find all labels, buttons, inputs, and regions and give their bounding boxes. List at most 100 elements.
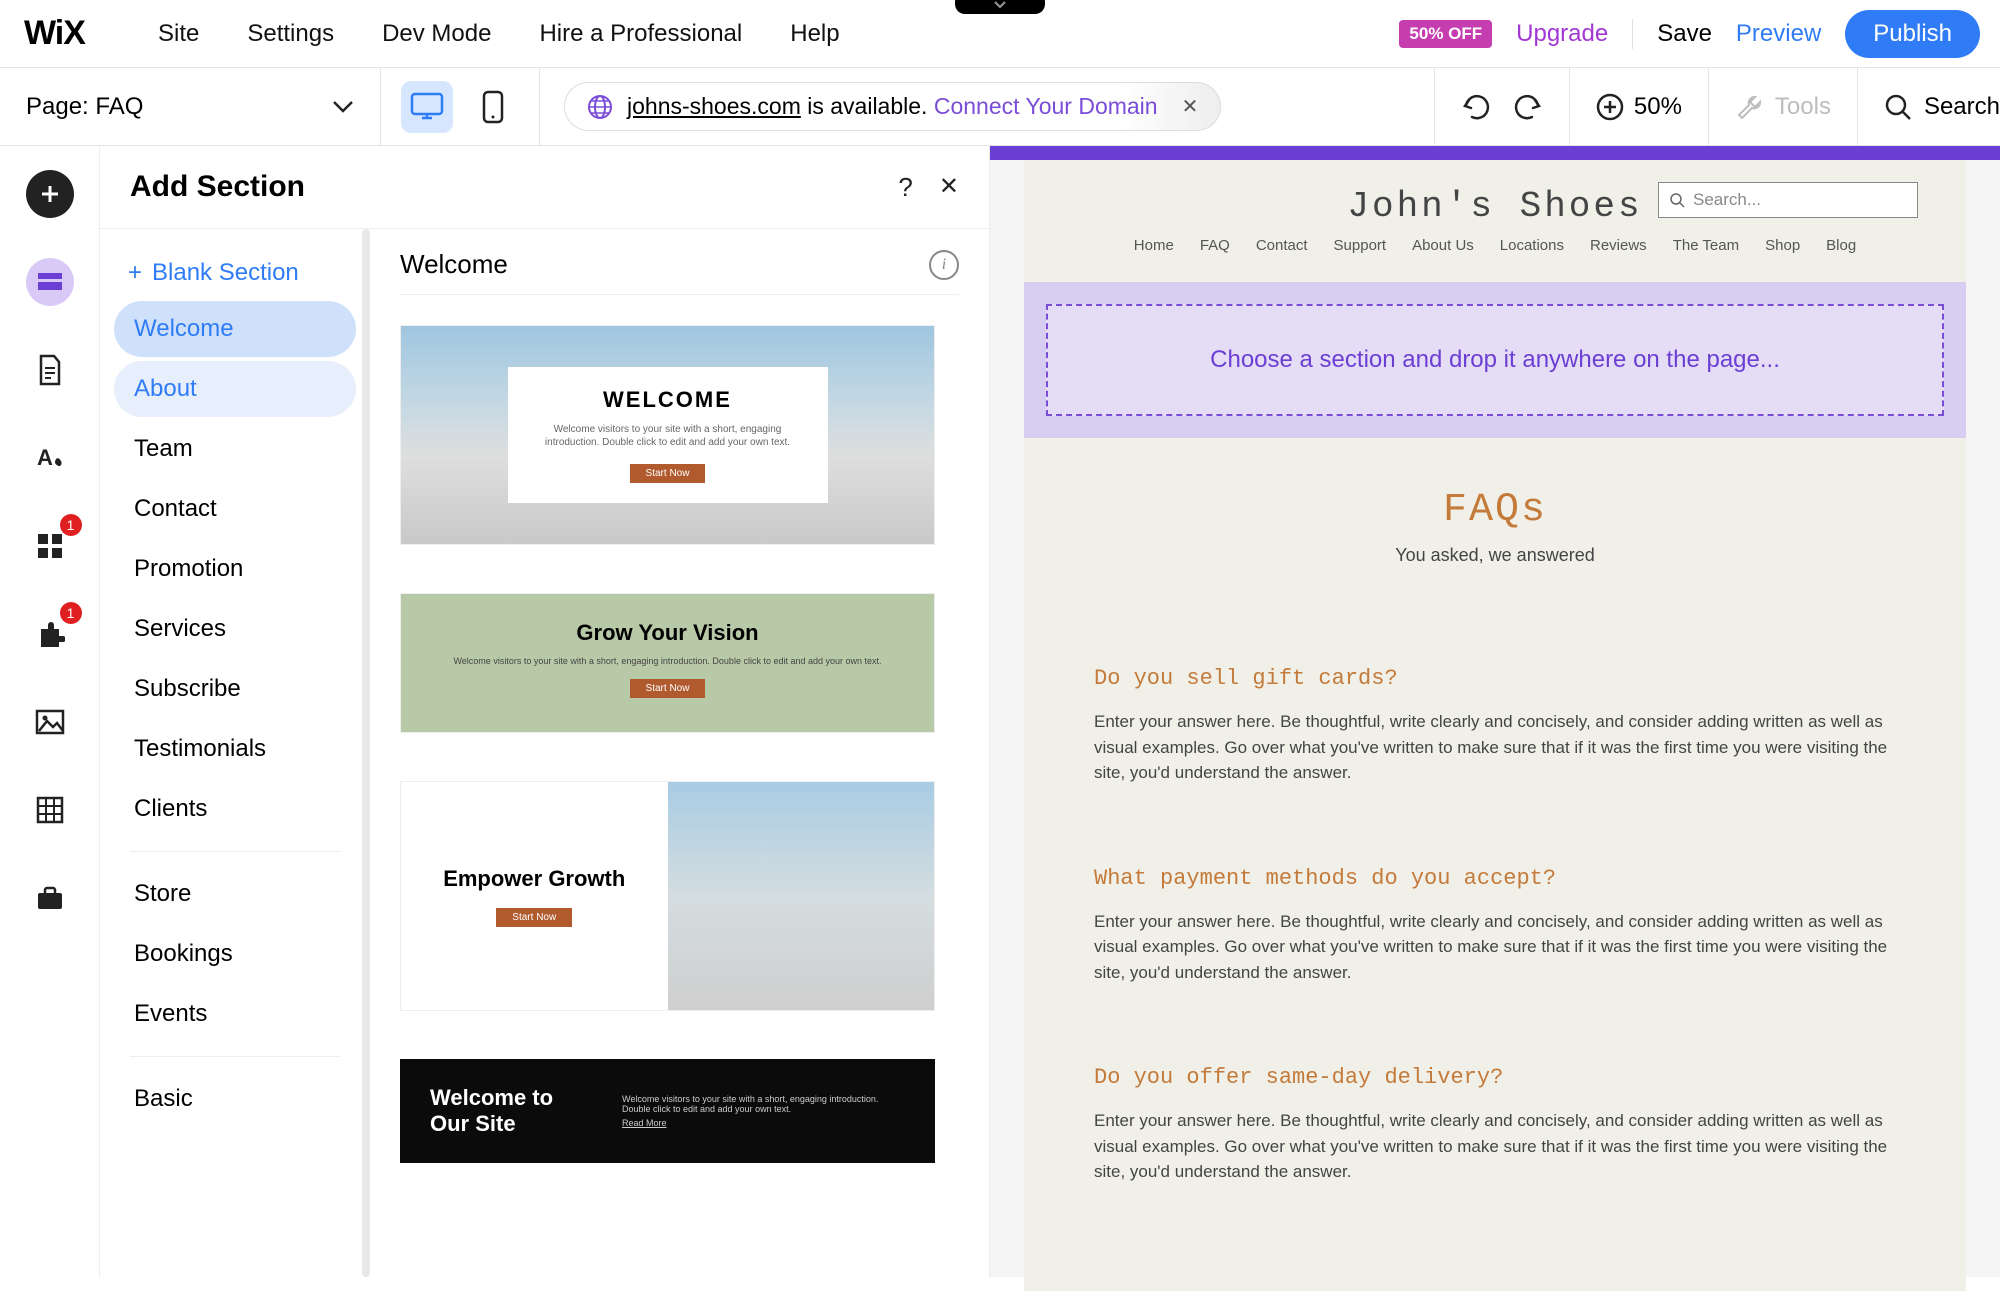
save-button[interactable]: Save	[1657, 20, 1712, 48]
tools-button[interactable]: Tools	[1709, 93, 1857, 121]
pages-button[interactable]	[26, 346, 74, 394]
apps-icon	[36, 532, 64, 560]
nav-item[interactable]: The Team	[1673, 237, 1739, 254]
blank-section-button[interactable]: + Blank Section	[114, 249, 356, 297]
blank-section-label: Blank Section	[152, 259, 299, 287]
menu-devmode[interactable]: Dev Mode	[382, 20, 491, 48]
nav-item[interactable]: Locations	[1500, 237, 1564, 254]
nav-item[interactable]: Support	[1334, 237, 1387, 254]
briefcase-icon	[35, 885, 65, 911]
chevron-down-icon	[332, 100, 354, 114]
template-card-4[interactable]: Welcome to Our Site Welcome visitors to …	[400, 1059, 935, 1163]
app-market-button[interactable]: 1	[26, 522, 74, 570]
category-bookings[interactable]: Bookings	[114, 926, 356, 982]
nav-item[interactable]: Home	[1134, 237, 1174, 254]
menu-hire[interactable]: Hire a Professional	[539, 20, 742, 48]
faq-question: What payment methods do you accept?	[1094, 866, 1896, 891]
content-manager-button[interactable]	[26, 786, 74, 834]
media-button[interactable]	[26, 698, 74, 746]
mobile-icon	[482, 90, 504, 124]
drop-zone[interactable]: Choose a section and drop it anywhere on…	[1046, 304, 1944, 416]
faq-section[interactable]: FAQs You asked, we answered Do you sell …	[1024, 438, 1966, 1315]
close-icon[interactable]: ✕	[1182, 94, 1199, 119]
template-card-2[interactable]: Grow Your Vision Welcome visitors to you…	[400, 593, 935, 733]
editor-canvas[interactable]: John's Shoes Search... Home FAQ Contact …	[990, 146, 2000, 1277]
design-button[interactable]: A	[26, 434, 74, 482]
search-button[interactable]: Search	[1858, 93, 2000, 121]
category-services[interactable]: Services	[114, 601, 356, 657]
separator	[130, 1056, 340, 1057]
addons-button[interactable]: 1	[26, 610, 74, 658]
sections-icon	[36, 271, 64, 293]
upgrade-link[interactable]: Upgrade	[1516, 20, 1608, 48]
domain-text: johns-shoes.com is available. Connect Yo…	[627, 93, 1158, 120]
plus-icon: +	[128, 259, 142, 287]
nav-item[interactable]: About Us	[1412, 237, 1474, 254]
template-card-1[interactable]: WELCOME Welcome visitors to your site wi…	[400, 325, 935, 545]
site-header: John's Shoes Search... Home FAQ Contact …	[1024, 160, 1966, 282]
canvas-selection-bar	[990, 146, 2000, 160]
templates-list[interactable]: Welcome i WELCOME Welcome visitors to yo…	[370, 229, 989, 1277]
category-about[interactable]: About	[114, 361, 356, 417]
connect-domain-link[interactable]: Connect Your Domain	[934, 93, 1158, 119]
publish-button[interactable]: Publish	[1845, 10, 1980, 58]
main-area: A 1 1 Add Section ? ✕	[0, 146, 2000, 1277]
nav-item[interactable]: FAQ	[1200, 237, 1230, 254]
template-sub: Welcome visitors to your site with a sho…	[622, 1094, 878, 1114]
read-more-link: Read More	[622, 1118, 905, 1128]
desktop-icon	[410, 92, 444, 122]
nav-item[interactable]: Reviews	[1590, 237, 1647, 254]
redo-icon[interactable]	[1513, 92, 1543, 122]
mobile-view-button[interactable]	[467, 81, 519, 133]
category-promotion[interactable]: Promotion	[114, 541, 356, 597]
globe-icon	[587, 94, 613, 120]
business-button[interactable]	[26, 874, 74, 922]
category-subscribe[interactable]: Subscribe	[114, 661, 356, 717]
template-image	[668, 782, 935, 1010]
left-rail: A 1 1	[0, 146, 100, 1277]
category-store[interactable]: Store	[114, 866, 356, 922]
faq-heading: FAQs	[1094, 488, 1896, 533]
category-list[interactable]: + Blank Section Welcome About Team Conta…	[100, 229, 370, 1277]
close-icon[interactable]: ✕	[939, 172, 959, 203]
info-icon[interactable]: i	[929, 250, 959, 280]
design-icon: A	[35, 443, 65, 473]
preview-button[interactable]: Preview	[1736, 20, 1821, 48]
nav-item[interactable]: Shop	[1765, 237, 1800, 254]
category-welcome[interactable]: Welcome	[114, 301, 356, 357]
template-title: Grow Your Vision	[427, 620, 908, 646]
site-search-input[interactable]: Search...	[1658, 182, 1918, 218]
menu-help[interactable]: Help	[790, 20, 839, 48]
template-title: WELCOME	[528, 387, 808, 413]
sections-button[interactable]	[26, 258, 74, 306]
category-basic[interactable]: Basic	[114, 1071, 356, 1127]
category-team[interactable]: Team	[114, 421, 356, 477]
undo-icon[interactable]	[1461, 92, 1491, 122]
nav-item[interactable]: Contact	[1256, 237, 1308, 254]
add-element-button[interactable]	[26, 170, 74, 218]
page-selector[interactable]: Page: FAQ	[0, 93, 380, 121]
template-card-3[interactable]: Empower Growth Start Now	[400, 781, 935, 1011]
discount-badge: 50% OFF	[1399, 20, 1492, 48]
desktop-view-button[interactable]	[401, 81, 453, 133]
separator	[130, 851, 340, 852]
domain-pill[interactable]: johns-shoes.com is available. Connect Yo…	[564, 82, 1221, 131]
nav-item[interactable]: Blog	[1826, 237, 1856, 254]
site-nav: Home FAQ Contact Support About Us Locati…	[1024, 227, 1966, 274]
template-title: Empower Growth	[443, 865, 625, 894]
domain-bar: johns-shoes.com is available. Connect Yo…	[540, 82, 1434, 131]
help-icon[interactable]: ?	[898, 172, 912, 203]
site-preview: John's Shoes Search... Home FAQ Contact …	[1024, 160, 1966, 1291]
menu-settings[interactable]: Settings	[247, 20, 334, 48]
category-contact[interactable]: Contact	[114, 481, 356, 537]
category-clients[interactable]: Clients	[114, 781, 356, 837]
badge-count: 1	[60, 602, 82, 624]
menu-site[interactable]: Site	[158, 20, 199, 48]
search-label: Search	[1924, 93, 2000, 121]
category-testimonials[interactable]: Testimonials	[114, 721, 356, 777]
zoom-control[interactable]: 50%	[1570, 93, 1708, 121]
badge-count: 1	[60, 514, 82, 536]
wix-logo[interactable]: WiX	[24, 17, 110, 51]
category-events[interactable]: Events	[114, 986, 356, 1042]
svg-text:WiX: WiX	[24, 17, 86, 51]
